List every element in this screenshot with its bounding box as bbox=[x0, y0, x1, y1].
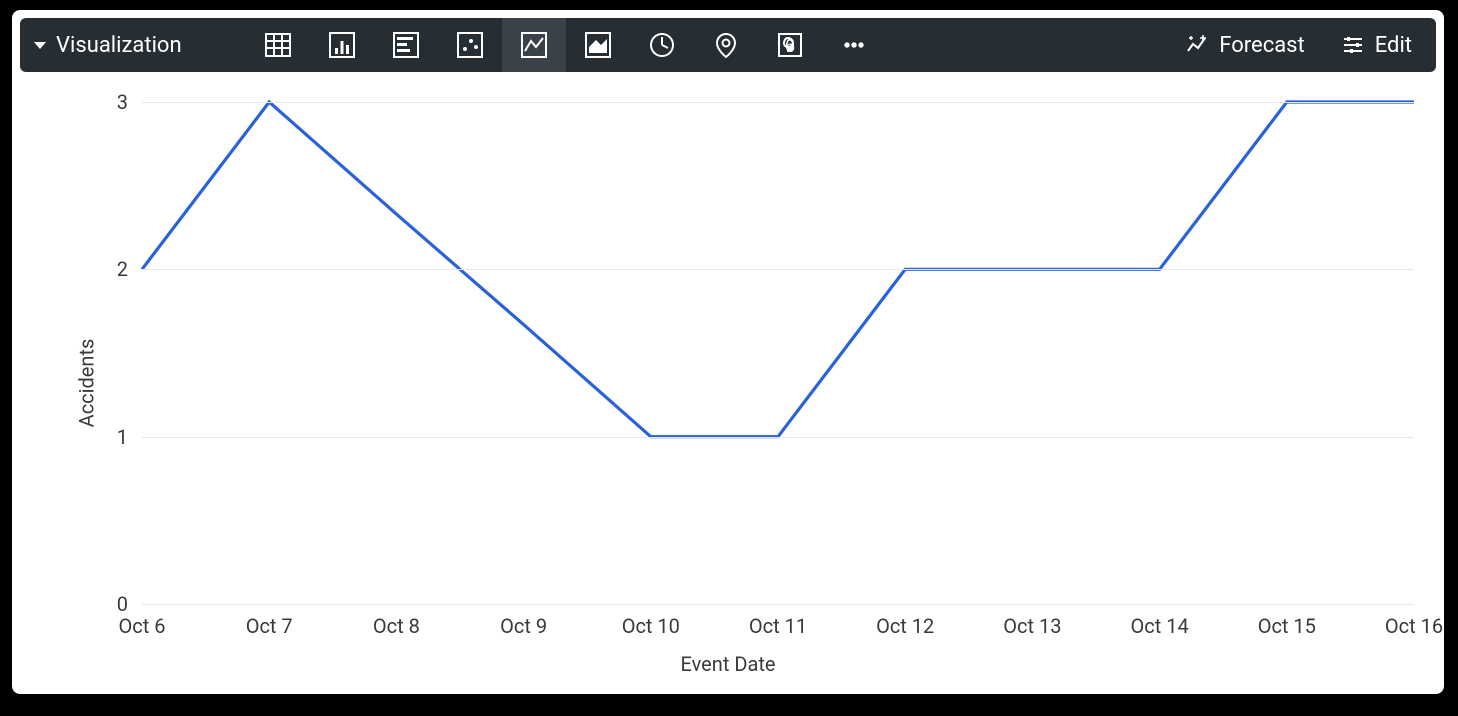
table-icon[interactable] bbox=[246, 18, 310, 72]
x-tick-label: Oct 15 bbox=[1258, 604, 1316, 638]
x-tick-label: Oct 8 bbox=[373, 604, 420, 638]
y-tick-label: 2 bbox=[117, 257, 142, 281]
forecast-button[interactable]: Forecast bbox=[1167, 18, 1322, 72]
edit-label: Edit bbox=[1375, 33, 1412, 58]
gridline bbox=[142, 269, 1414, 270]
timeline-icon[interactable] bbox=[630, 18, 694, 72]
line-chart-icon[interactable] bbox=[502, 18, 566, 72]
horizontal-bar-icon[interactable] bbox=[374, 18, 438, 72]
scatter-icon[interactable] bbox=[438, 18, 502, 72]
x-tick-label: Oct 9 bbox=[500, 604, 547, 638]
area-chart-icon[interactable] bbox=[566, 18, 630, 72]
x-tick-label: Oct 7 bbox=[246, 604, 293, 638]
x-tick-label: Oct 6 bbox=[119, 604, 166, 638]
gridline bbox=[142, 102, 1414, 103]
x-tick-label: Oct 14 bbox=[1130, 604, 1188, 638]
y-tick-label: 3 bbox=[117, 90, 142, 114]
x-tick-label: Oct 16 bbox=[1385, 604, 1443, 638]
single-value-icon[interactable]: 6 bbox=[758, 18, 822, 72]
viz-type-strip: 6 bbox=[246, 18, 886, 72]
caret-down-icon bbox=[34, 42, 46, 49]
x-tick-label: Oct 12 bbox=[876, 604, 934, 638]
visualization-panel: Visualization bbox=[12, 10, 1444, 694]
y-axis-label: Accidents bbox=[74, 339, 98, 428]
map-pin-icon[interactable] bbox=[694, 18, 758, 72]
visualization-title: Visualization bbox=[56, 33, 182, 58]
bar-chart-icon[interactable] bbox=[310, 18, 374, 72]
more-viz-icon[interactable] bbox=[822, 18, 886, 72]
x-tick-label: Oct 10 bbox=[622, 604, 680, 638]
chart-plot[interactable]: 0123Oct 6Oct 7Oct 8Oct 9Oct 10Oct 11Oct … bbox=[142, 102, 1414, 604]
forecast-label: Forecast bbox=[1219, 33, 1304, 58]
gridline bbox=[142, 437, 1414, 438]
visualization-toolbar: Visualization bbox=[20, 18, 1436, 72]
edit-button[interactable]: Edit bbox=[1323, 18, 1436, 72]
y-tick-label: 1 bbox=[117, 425, 142, 449]
visualization-dropdown[interactable]: Visualization bbox=[20, 18, 200, 72]
svg-text:6: 6 bbox=[785, 36, 795, 56]
x-axis-label: Event Date bbox=[12, 652, 1444, 676]
forecast-sparkle-icon bbox=[1185, 33, 1209, 57]
chart-area: Accidents Event Date 0123Oct 6Oct 7Oct 8… bbox=[12, 72, 1444, 694]
edit-sliders-icon bbox=[1341, 33, 1365, 57]
x-tick-label: Oct 11 bbox=[749, 604, 807, 638]
x-tick-label: Oct 13 bbox=[1003, 604, 1061, 638]
